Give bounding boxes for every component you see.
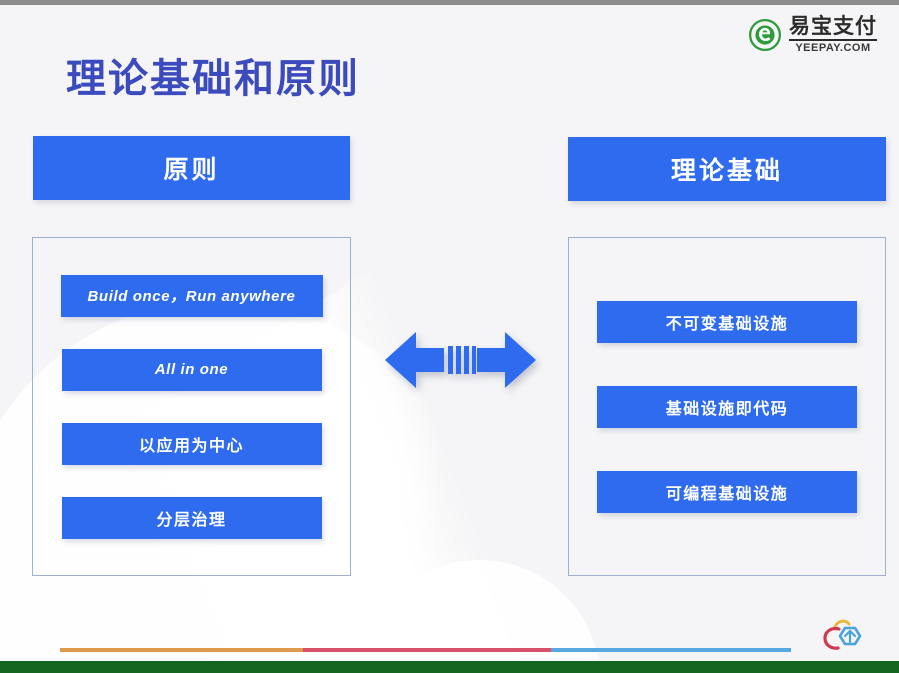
- background-watermark-3: [360, 560, 600, 673]
- brand-logo-text: 易宝支付 YEEPAY.COM: [789, 16, 877, 54]
- list-item: 可编程基础设施: [597, 470, 857, 513]
- list-item: 以应用为中心: [61, 422, 322, 465]
- yeepay-e-mark-icon: [748, 18, 782, 52]
- footer-rule-orange: [60, 648, 303, 652]
- list-item: Build once，Run anywhere: [60, 274, 323, 317]
- column-header-left: 原则: [33, 136, 350, 200]
- list-item: 不可变基础设施: [597, 300, 857, 343]
- bottom-chrome-strip: [0, 661, 899, 673]
- panel-principles-list: Build once，Run anywhere All in one 以应用为中…: [33, 238, 350, 575]
- brand-name-en: YEEPAY.COM: [795, 42, 871, 54]
- list-item: All in one: [61, 348, 322, 391]
- panel-theory-list: 不可变基础设施 基础设施即代码 可编程基础设施: [569, 238, 885, 575]
- column-header-right: 理论基础: [568, 137, 886, 201]
- panel-theory: 不可变基础设施 基础设施即代码 可编程基础设施: [568, 237, 886, 576]
- brand-logo: 易宝支付 YEEPAY.COM: [748, 16, 877, 54]
- list-item: 基础设施即代码: [597, 385, 857, 428]
- page-title: 理论基础和原则: [66, 57, 360, 101]
- double-arrow-icon: [383, 324, 538, 396]
- list-item: 分层治理: [61, 496, 322, 539]
- top-chrome-strip: [0, 0, 899, 5]
- brand-name-cn: 易宝支付: [789, 16, 877, 41]
- cloud-logo-icon: [823, 619, 862, 650]
- footer-rule-pink: [303, 648, 551, 652]
- slide-canvas: 理论基础和原则 易宝支付 YEEPAY.COM 原则 理论基础 Build on…: [0, 0, 899, 673]
- footer-rule-blue: [551, 648, 791, 652]
- double-arrow-svg: [385, 332, 536, 388]
- panel-principles: Build once，Run anywhere All in one 以应用为中…: [32, 237, 351, 576]
